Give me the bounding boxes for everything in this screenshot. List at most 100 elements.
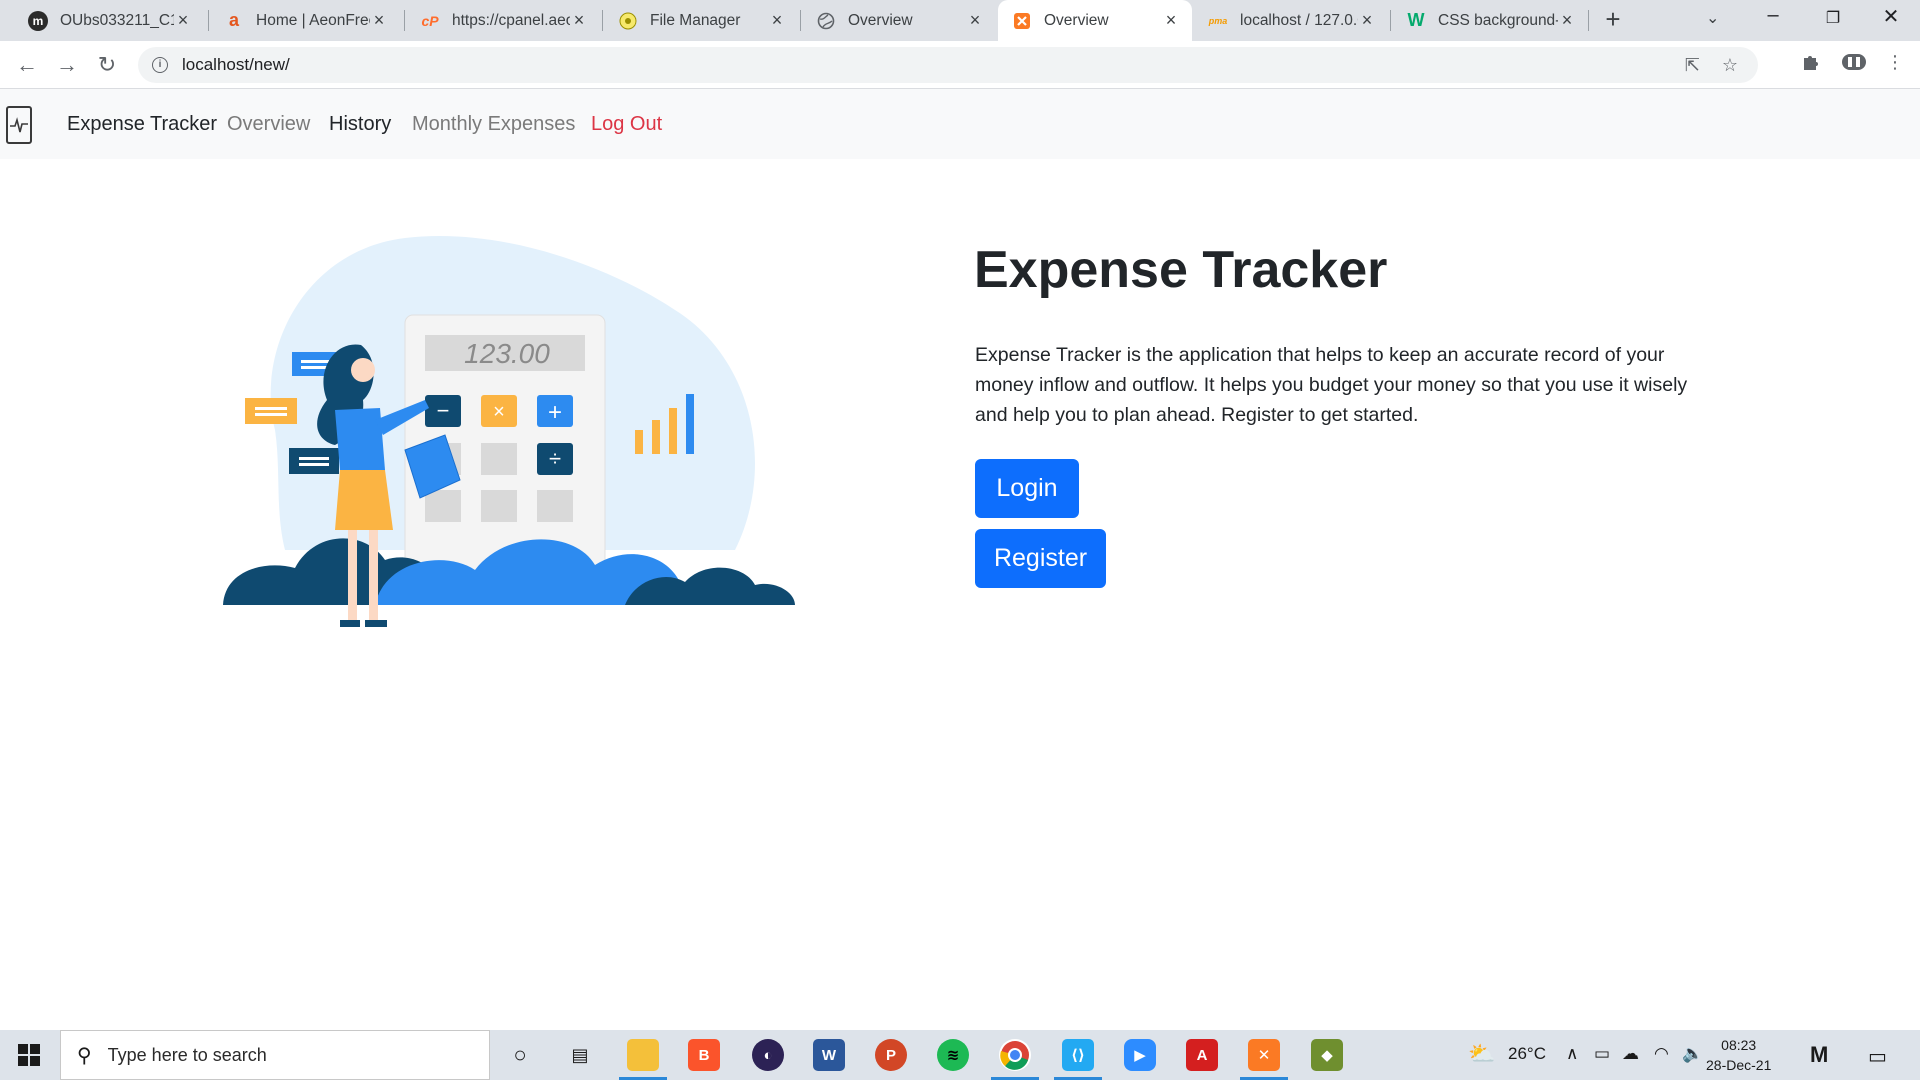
- tab-title: CSS background-: [1438, 11, 1558, 29]
- tab-4[interactable]: File Manager ×: [604, 0, 798, 41]
- close-tab-icon[interactable]: ×: [1558, 10, 1576, 31]
- windows-start-icon[interactable]: [18, 1044, 40, 1066]
- tab-divider: [602, 10, 603, 31]
- close-tab-icon[interactable]: ×: [570, 10, 588, 31]
- hero-illustration: 123.00 − × + ÷: [223, 235, 795, 627]
- cortana-icon[interactable]: ○: [504, 1039, 536, 1071]
- calc-key: [481, 443, 517, 475]
- tab-search-chevron-icon[interactable]: ⌄: [1706, 8, 1719, 28]
- zoom-icon[interactable]: ▶: [1124, 1039, 1156, 1071]
- search-icon: ⚲: [77, 1044, 92, 1067]
- chart-bar: [669, 408, 677, 454]
- tab-title: Home | AeonFree: [256, 11, 370, 29]
- nav-link-logout[interactable]: Log Out: [591, 113, 662, 136]
- app-navbar: Expense Tracker Overview History Monthly…: [0, 89, 1920, 159]
- forward-arrow-icon[interactable]: →: [52, 50, 82, 80]
- minimize-window-icon[interactable]: –: [1758, 4, 1788, 27]
- calc-key: [537, 490, 573, 522]
- login-button[interactable]: Login: [975, 459, 1079, 518]
- calc-minus-glyph: −: [437, 398, 450, 423]
- close-tab-icon[interactable]: ×: [768, 10, 786, 31]
- nav-link-overview[interactable]: Overview: [227, 113, 310, 136]
- hero-description: Expense Tracker is the application that …: [975, 344, 1688, 426]
- woman-face: [351, 358, 375, 382]
- tab-3[interactable]: cP https://cpanel.aeo ×: [406, 0, 600, 41]
- nav-link-history[interactable]: History: [329, 113, 391, 136]
- close-tab-icon[interactable]: ×: [174, 10, 192, 31]
- w3schools-favicon-icon: W: [1407, 10, 1425, 30]
- gimp-icon[interactable]: ◆: [1311, 1039, 1343, 1071]
- back-arrow-icon[interactable]: ←: [12, 50, 42, 80]
- restore-window-icon[interactable]: ❐: [1818, 8, 1848, 28]
- tab-divider: [208, 10, 209, 31]
- share-icon[interactable]: ⇱: [1685, 55, 1700, 76]
- tab-2[interactable]: a Home | AeonFree ×: [210, 0, 400, 41]
- show-hidden-icons-chevron-icon[interactable]: ∧: [1566, 1044, 1578, 1064]
- tab-title: Overview: [848, 11, 913, 29]
- wifi-icon[interactable]: ◠: [1654, 1044, 1669, 1064]
- url-text[interactable]: localhost/new/: [182, 55, 290, 75]
- taskbar-clock[interactable]: 08:23 28-Dec-21: [1706, 1035, 1771, 1075]
- tab-divider: [800, 10, 801, 31]
- tab-title: File Manager: [650, 11, 741, 29]
- onedrive-cloud-icon[interactable]: ☁: [1622, 1044, 1639, 1064]
- tab-divider: [1588, 10, 1589, 31]
- close-window-icon[interactable]: ✕: [1876, 4, 1906, 29]
- moodle-favicon-icon: m: [28, 10, 48, 31]
- clock-time: 08:23: [1721, 1037, 1757, 1053]
- volume-icon[interactable]: 🔈: [1682, 1044, 1703, 1064]
- close-tab-icon[interactable]: ×: [370, 10, 388, 31]
- cpanel-favicon-icon: cP: [421, 12, 439, 29]
- tab-5[interactable]: Overview ×: [802, 0, 996, 41]
- taskbar-search-box[interactable]: ⚲ Type here to search: [60, 1030, 490, 1080]
- battery-icon[interactable]: ▭: [1594, 1044, 1610, 1064]
- notification-center-icon[interactable]: ▭: [1868, 1044, 1887, 1069]
- tab-6-active[interactable]: Overview ×: [998, 0, 1192, 41]
- app-logo-icon[interactable]: [6, 106, 32, 144]
- tab-8[interactable]: W CSS background- ×: [1392, 0, 1588, 41]
- woman-leg: [348, 530, 357, 622]
- powerpoint-icon[interactable]: P: [875, 1039, 907, 1071]
- close-tab-icon[interactable]: ×: [1358, 10, 1376, 31]
- eclipse-icon[interactable]: ◐: [752, 1039, 784, 1071]
- tab-1[interactable]: m OUbs033211_C1Y ×: [14, 0, 204, 41]
- xampp-icon[interactable]: ✕: [1240, 1039, 1288, 1080]
- weather-icon[interactable]: ⛅: [1468, 1041, 1495, 1067]
- profile-avatar[interactable]: [1840, 50, 1868, 79]
- calc-key: [481, 490, 517, 522]
- new-tab-button[interactable]: +: [1598, 4, 1628, 36]
- extensions-puzzle-icon[interactable]: [1800, 52, 1820, 77]
- hero-title: Expense Tracker: [974, 241, 1388, 299]
- tab-title: Overview: [1044, 11, 1109, 29]
- bookmark-star-icon[interactable]: ☆: [1722, 55, 1738, 76]
- calc-divide-glyph: ÷: [549, 446, 561, 471]
- vscode-icon[interactable]: ⟨⟩: [1054, 1039, 1102, 1080]
- brave-browser-icon[interactable]: B: [688, 1039, 720, 1071]
- message-card: [245, 398, 297, 424]
- task-view-icon[interactable]: ▤: [564, 1039, 596, 1071]
- spotify-icon[interactable]: ≋: [937, 1039, 969, 1071]
- close-tab-icon[interactable]: ×: [1162, 10, 1180, 31]
- windows-taskbar: ⚲ Type here to search ○ ▤ B ◐ W P ≋ ⟨⟩ ▶…: [0, 1030, 1920, 1080]
- browser-menu-icon[interactable]: ⋮: [1886, 52, 1904, 73]
- woman-shoe: [340, 620, 360, 627]
- tab-divider: [404, 10, 405, 31]
- tab-7[interactable]: pma localhost / 127.0.0 ×: [1194, 0, 1388, 41]
- acrobat-icon[interactable]: A: [1186, 1039, 1218, 1071]
- address-bar[interactable]: i localhost/new/ ⇱ ☆: [138, 47, 1758, 83]
- woman-torso: [335, 408, 385, 470]
- tab-divider: [1390, 10, 1391, 31]
- calc-plus-glyph: +: [548, 399, 562, 426]
- nav-link-monthly-expenses[interactable]: Monthly Expenses: [412, 113, 575, 136]
- word-icon[interactable]: W: [813, 1039, 845, 1071]
- close-tab-icon[interactable]: ×: [966, 10, 984, 31]
- taskbar-search-placeholder: Type here to search: [107, 1044, 267, 1065]
- file-explorer-icon[interactable]: [619, 1039, 667, 1080]
- site-info-icon[interactable]: i: [152, 57, 168, 73]
- reload-icon[interactable]: ↻: [92, 50, 122, 80]
- temperature-text[interactable]: 26°C: [1508, 1044, 1546, 1064]
- register-button[interactable]: Register: [975, 529, 1106, 588]
- navbar-brand[interactable]: Expense Tracker: [67, 113, 217, 136]
- meet-now-icon[interactable]: M: [1810, 1042, 1828, 1068]
- chrome-icon[interactable]: [991, 1039, 1039, 1080]
